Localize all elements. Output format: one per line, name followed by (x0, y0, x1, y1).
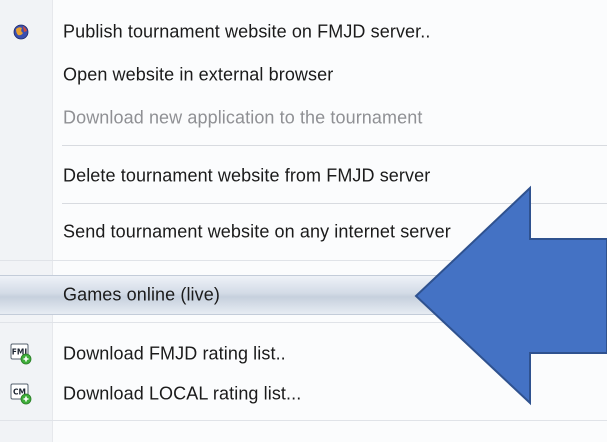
annotation-arrow (414, 185, 607, 406)
